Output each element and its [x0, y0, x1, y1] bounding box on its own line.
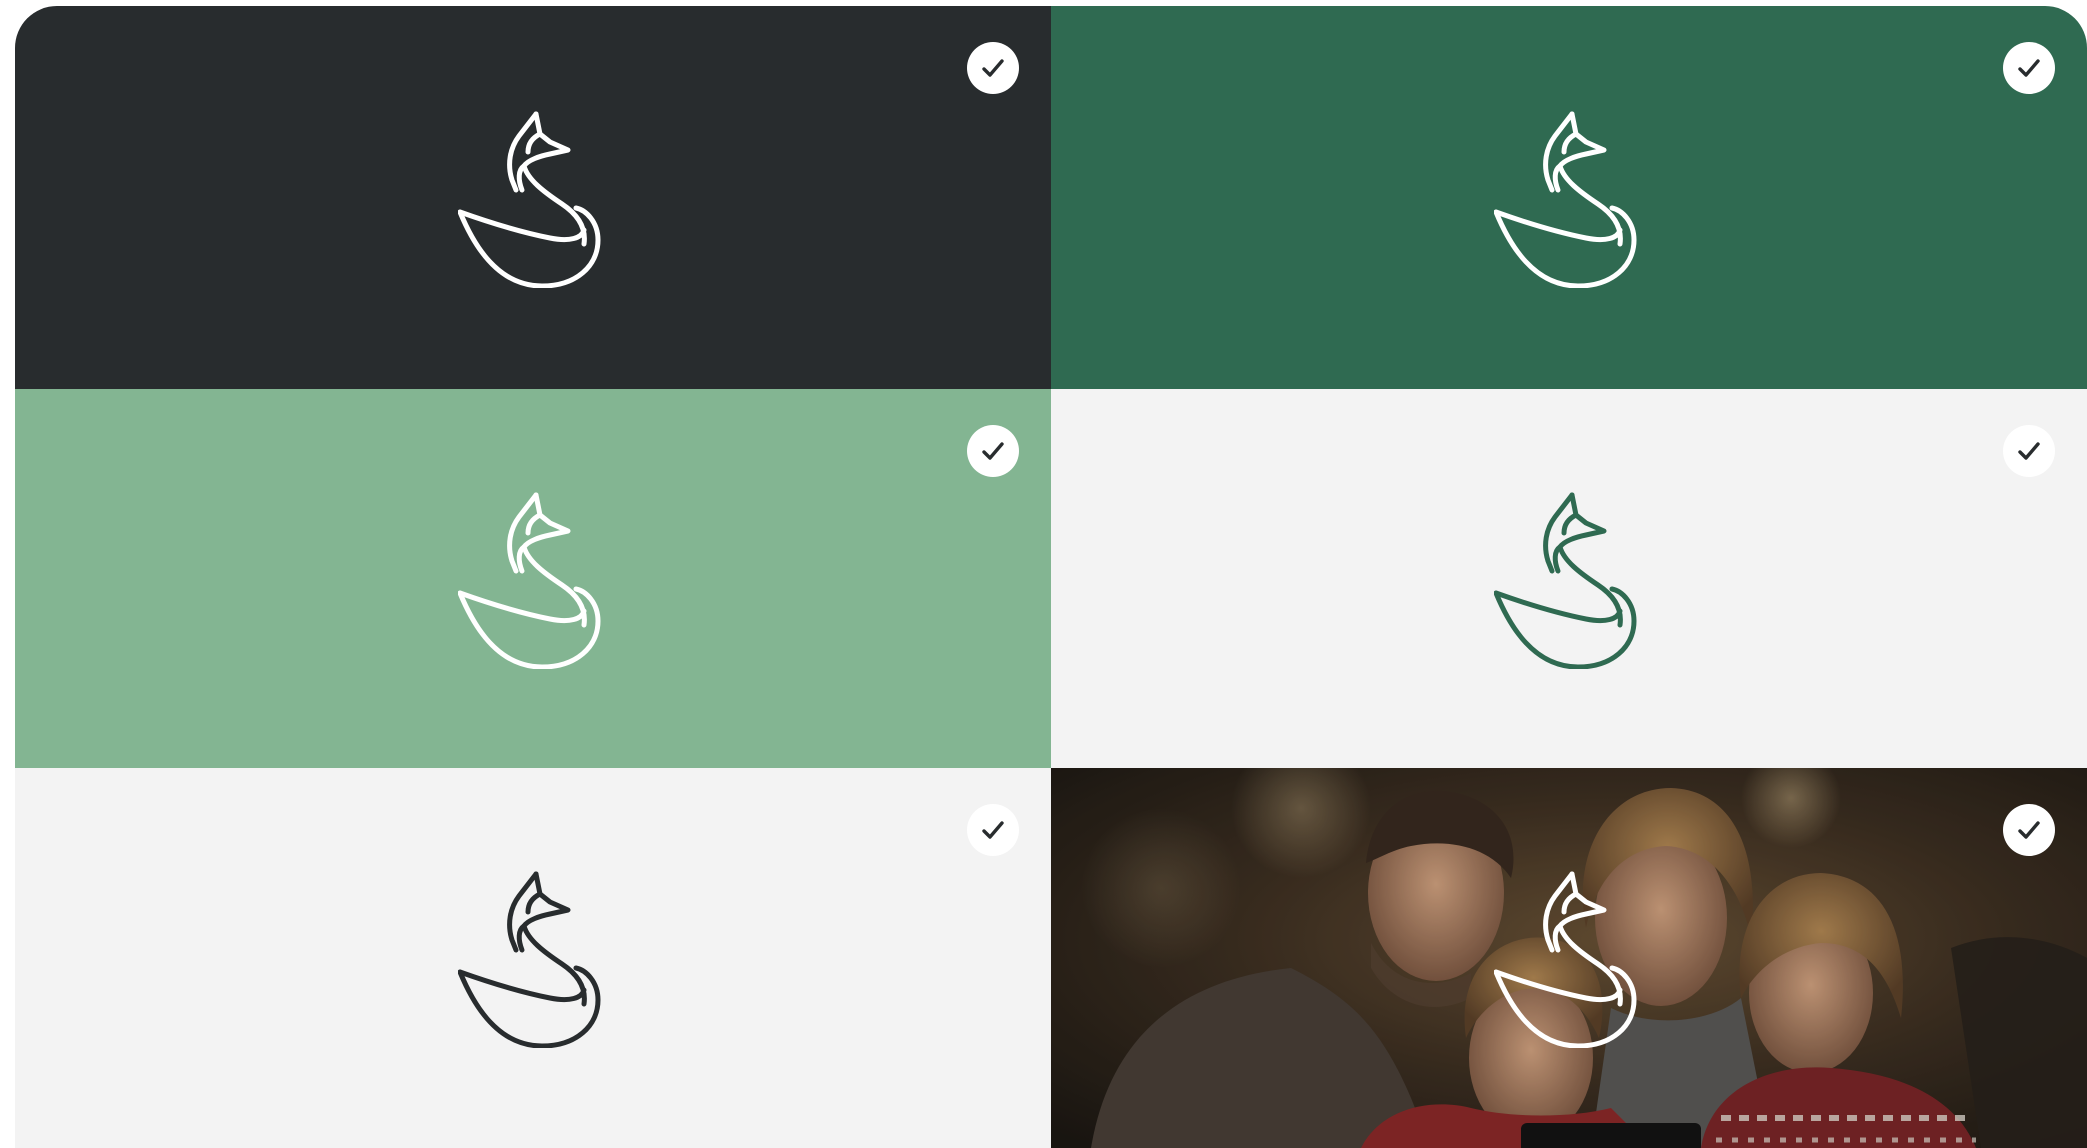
tile-forest-green[interactable]: [1051, 6, 2087, 389]
fox-logo-icon: [458, 489, 608, 669]
fox-logo-icon: [458, 108, 608, 288]
tile-dark[interactable]: [15, 6, 1051, 389]
fox-logo-icon: [458, 868, 608, 1048]
checkmark-icon[interactable]: [2003, 804, 2055, 856]
checkmark-icon[interactable]: [967, 42, 1019, 94]
tile-light-green-logo[interactable]: [1051, 389, 2087, 768]
tile-family-photo[interactable]: [1051, 768, 2087, 1148]
checkmark-icon[interactable]: [2003, 42, 2055, 94]
fox-logo-icon: [1494, 108, 1644, 288]
logo-variations-grid: [15, 6, 2087, 1148]
fox-logo-icon: [1494, 868, 1644, 1048]
checkmark-icon[interactable]: [967, 804, 1019, 856]
checkmark-icon[interactable]: [2003, 425, 2055, 477]
tile-sage-green[interactable]: [15, 389, 1051, 768]
fox-logo-icon: [1494, 489, 1644, 669]
tile-light-dark-logo[interactable]: [15, 768, 1051, 1148]
checkmark-icon[interactable]: [967, 425, 1019, 477]
